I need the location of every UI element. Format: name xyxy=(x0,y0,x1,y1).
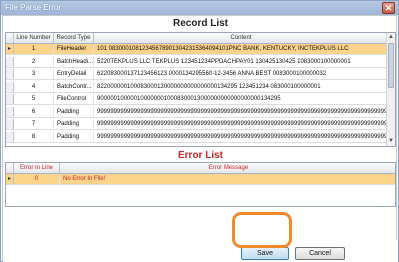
line-number-cell[interactable]: 1 xyxy=(14,44,54,54)
content-cell[interactable]: 9999999999999999999999999999999999999999… xyxy=(94,119,388,129)
dialog-body: Record List Line Number Record Type Cont… xyxy=(2,15,398,262)
line-number-cell[interactable]: 4 xyxy=(14,81,54,92)
content-cell[interactable]: 8220000001000830001300000000000000001342… xyxy=(94,82,388,92)
error-line-cell[interactable]: 0 xyxy=(14,174,60,184)
row-indicator[interactable] xyxy=(6,119,14,129)
record-list-row[interactable]: 4 BatchContr... 82200000010008300013000000… xyxy=(6,81,395,93)
error-message-cell[interactable]: No Error In File! xyxy=(60,174,395,184)
window-title: File Parse Error xyxy=(5,3,62,12)
line-number-cell[interactable]: 6 xyxy=(14,106,54,117)
scroll-up-arrow-icon[interactable]: ▲ xyxy=(387,33,395,42)
line-number-cell[interactable]: 2 xyxy=(14,56,54,67)
error-list-row[interactable]: ▸ 0 No Error In File! xyxy=(6,174,395,185)
content-cell[interactable]: 101 083000108123456789013042315364094101… xyxy=(94,44,388,54)
record-list-row[interactable]: 3 EntryDetail 622083000137123456123 000013… xyxy=(6,69,395,80)
save-button[interactable]: Save xyxy=(241,247,289,260)
content-cell[interactable]: 5220TEKPLUS LLC TEKPLUS 123451234PPDACHP… xyxy=(94,57,388,67)
content-cell[interactable]: 622083000137123456123 0000134295560-12-3… xyxy=(94,69,388,79)
file-parse-error-dialog: File Parse Error ✕ Record List Line Numb… xyxy=(0,0,399,262)
line-number-cell[interactable]: 3 xyxy=(14,69,54,79)
column-header-record-type[interactable]: Record Type xyxy=(54,33,94,43)
scroll-thumb[interactable] xyxy=(388,43,394,88)
dialog-button-bar: Save Cancel xyxy=(3,240,398,262)
content-cell[interactable]: 9999999999999999999999999999999999999999… xyxy=(94,132,388,142)
row-indicator[interactable] xyxy=(6,94,14,104)
row-indicator[interactable] xyxy=(6,69,14,79)
record-type-cell[interactable]: EntryDetail xyxy=(54,69,94,79)
error-list-grid[interactable]: Error In Line Error Message ▸ 0 No Error I… xyxy=(5,162,396,207)
row-indicator-header xyxy=(6,163,14,173)
content-cell[interactable]: 9999999999999999999999999999999999999999… xyxy=(94,107,388,117)
record-type-cell[interactable]: FileControl xyxy=(54,94,94,104)
column-header-line-number[interactable]: Line Number xyxy=(14,33,54,43)
record-type-cell[interactable]: BatchContr... xyxy=(54,81,94,92)
record-list-title: Record List xyxy=(172,18,228,29)
row-indicator[interactable] xyxy=(6,81,14,92)
record-list-row[interactable]: 8 Padding 99999999999999999999999999999999… xyxy=(6,131,395,143)
close-button[interactable]: ✕ xyxy=(382,2,395,14)
row-indicator-header xyxy=(6,33,14,43)
current-row-indicator-icon[interactable]: ▸ xyxy=(6,174,14,184)
current-row-indicator-icon[interactable]: ▸ xyxy=(6,44,14,54)
record-list-row[interactable]: 2 BatchHeadi... 5220TEKPLUS LLC TEKPLUS 12… xyxy=(6,56,395,68)
record-list-grid[interactable]: Line Number Record Type Content ▸ 1 FileHe… xyxy=(5,32,396,147)
row-indicator[interactable] xyxy=(6,106,14,117)
row-indicator[interactable] xyxy=(6,131,14,142)
record-list-row[interactable]: 6 Padding 99999999999999999999999999999999… xyxy=(6,106,395,118)
record-type-cell[interactable]: Padding xyxy=(54,119,94,129)
record-list-row[interactable]: 7 Padding 99999999999999999999999999999999… xyxy=(6,119,395,130)
error-list-header: Error In Line Error Message xyxy=(6,163,395,174)
column-header-content[interactable]: Content xyxy=(94,33,388,43)
content-cell[interactable]: 9000001000001000000010008300013000000000… xyxy=(94,94,388,104)
record-list-row[interactable]: 5 FileControl 9000001000001000000010008300… xyxy=(6,94,395,105)
record-type-cell[interactable]: FileHeader xyxy=(54,44,94,54)
record-type-cell[interactable]: BatchHeadi... xyxy=(54,56,94,67)
record-list-header: Line Number Record Type Content xyxy=(6,33,388,44)
record-type-cell[interactable]: Padding xyxy=(54,106,94,117)
column-header-error-message[interactable]: Error Message xyxy=(60,163,395,173)
record-list-row[interactable]: ▸ 1 FileHeader 101 083000108123456789013042… xyxy=(6,44,395,55)
scroll-down-arrow-icon[interactable]: ▼ xyxy=(387,137,395,146)
record-list-scrollbar[interactable]: ▲ ▼ xyxy=(386,33,395,146)
cancel-button[interactable]: Cancel xyxy=(295,247,345,260)
line-number-cell[interactable]: 8 xyxy=(14,131,54,142)
column-header-error-in-line[interactable]: Error In Line xyxy=(14,163,60,173)
row-indicator[interactable] xyxy=(6,56,14,67)
line-number-cell[interactable]: 5 xyxy=(14,94,54,104)
line-number-cell[interactable]: 7 xyxy=(14,119,54,129)
title-bar[interactable]: File Parse Error ✕ xyxy=(1,1,398,15)
error-list-title: Error List xyxy=(177,150,223,161)
record-type-cell[interactable]: Padding xyxy=(54,131,94,142)
